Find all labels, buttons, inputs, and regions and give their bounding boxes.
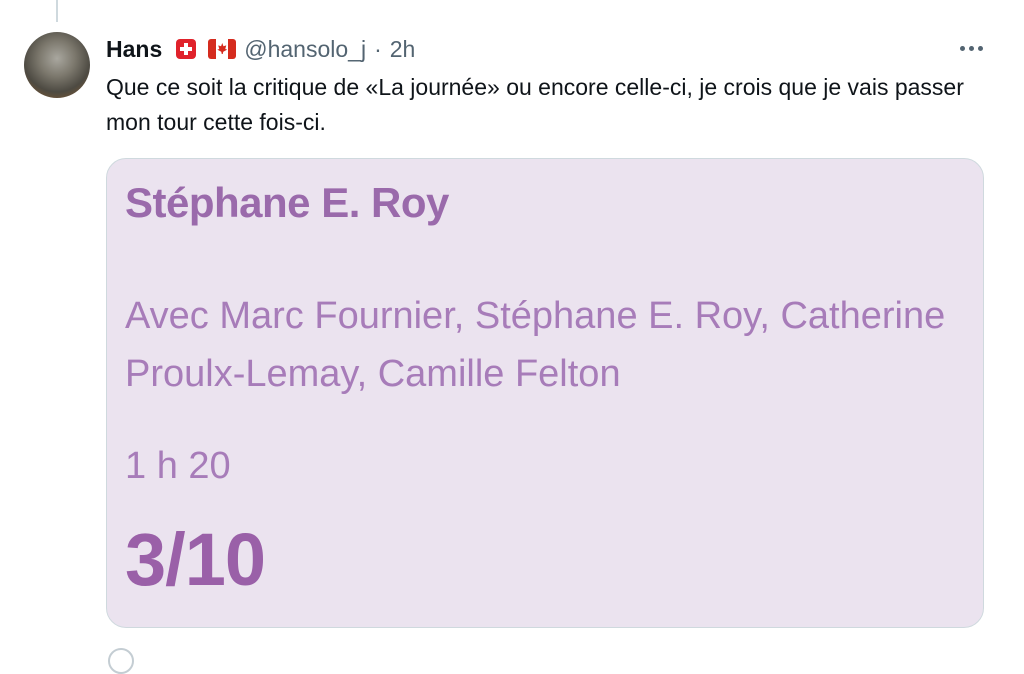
tweet-header: Hans @hansolo_j · 2h [106, 34, 415, 64]
tweet-actions-bar [106, 646, 982, 674]
card-rating: 3/10 [125, 518, 266, 601]
more-options-icon[interactable] [954, 36, 988, 60]
thread-connector-line [56, 0, 58, 22]
card-title: Stéphane E. Roy [125, 179, 449, 226]
card-cast: Avec Marc Fournier, Stéphane E. Roy, Cat… [125, 295, 946, 395]
tweet-timestamp[interactable]: 2h [390, 36, 416, 63]
swiss-flag-icon [176, 39, 197, 59]
canada-flag-icon [208, 39, 237, 59]
card-duration: 1 h 20 [125, 445, 231, 487]
attached-image-card[interactable]: Stéphane E. Roy Avec Marc Fournier, Stép… [106, 158, 984, 628]
reply-icon[interactable] [108, 648, 134, 674]
separator-dot: · [374, 35, 382, 62]
tweet-text: Que ce soit la critique de «La journée» … [106, 74, 964, 135]
author-name[interactable]: Hans [106, 36, 162, 63]
author-handle[interactable]: @hansolo_j [244, 36, 366, 63]
avatar[interactable] [24, 32, 90, 98]
